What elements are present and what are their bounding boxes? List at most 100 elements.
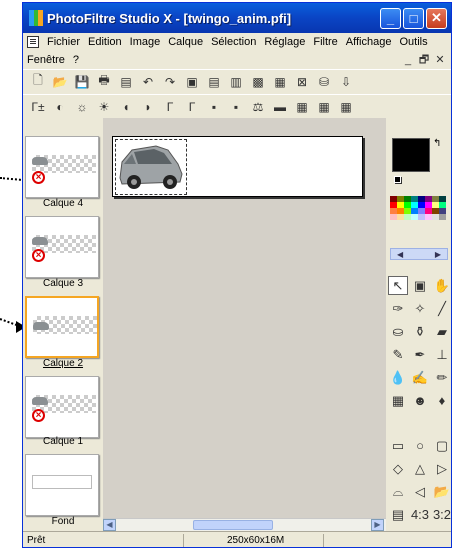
menu-affichage[interactable]: Affichage <box>342 36 396 48</box>
blur-icon[interactable]: 💧 <box>388 368 408 387</box>
layer-selection-marquee[interactable] <box>115 139 187 195</box>
ellipse-icon[interactable]: ○ <box>410 436 430 455</box>
print-icon[interactable]: 🖶 <box>95 73 113 91</box>
layer-thumb-calque-1[interactable]: × <box>25 376 99 438</box>
minimize-button[interactable]: _ <box>380 7 401 29</box>
color-grid-icon[interactable]: ▦ <box>271 73 289 91</box>
diamond-icon[interactable]: ◇ <box>388 459 408 478</box>
layer-thumb-fond[interactable] <box>25 454 99 516</box>
stamp-tool-icon[interactable]: ⊥ <box>432 345 451 364</box>
layer-thumb-calque-3[interactable]: × <box>25 216 99 278</box>
menu-outils[interactable]: Outils <box>395 36 431 48</box>
mdi-minimize-button[interactable]: _ <box>401 51 415 69</box>
filter-b-icon[interactable]: ▦ <box>315 98 333 116</box>
rectangle-icon[interactable]: ▭ <box>388 436 408 455</box>
mdi-restore-button[interactable]: 🗗 <box>417 51 431 69</box>
smudge-icon[interactable]: ✍ <box>410 368 430 387</box>
filter-a-icon[interactable]: ▦ <box>293 98 311 116</box>
menu-calque[interactable]: Calque <box>164 36 207 48</box>
scroll-left-button[interactable]: ◀ <box>103 519 116 531</box>
layer-paste-icon[interactable]: ▤ <box>205 73 223 91</box>
close-button[interactable]: ✕ <box>426 7 447 29</box>
menu-selection[interactable]: Sélection <box>207 36 260 48</box>
spray-icon[interactable]: ⚱ <box>410 322 430 341</box>
gamma-plus-icon[interactable]: Γ <box>183 98 201 116</box>
strawberry-icon[interactable]: ♦ <box>432 391 451 410</box>
palette-swatch[interactable] <box>404 214 411 220</box>
hidden-layer-icon[interactable]: × <box>32 249 45 262</box>
polygon-icon[interactable]: ◁ <box>410 482 430 501</box>
palette-swatch[interactable] <box>397 214 404 220</box>
scan-icon[interactable]: ▤ <box>117 73 135 91</box>
menu-fichier[interactable]: Fichier <box>43 36 84 48</box>
portrait-icon[interactable]: ☻ <box>410 391 430 410</box>
fill-bucket-icon[interactable]: ⛀ <box>388 322 408 341</box>
pointer-icon[interactable]: ↖ <box>388 276 408 295</box>
hand-icon[interactable]: ✋ <box>432 276 451 295</box>
palette-swatch[interactable] <box>432 214 439 220</box>
layout-c-icon[interactable]: 3:2 <box>432 505 451 524</box>
menu-image[interactable]: Image <box>126 36 165 48</box>
clone-icon[interactable]: ✏ <box>432 368 451 387</box>
line-icon[interactable]: ╱ <box>432 299 451 318</box>
layout-b-icon[interactable]: 4:3 <box>410 505 430 524</box>
new-file-icon[interactable]: 🗋 <box>29 73 47 91</box>
stamp-icon[interactable]: ⛁ <box>315 73 333 91</box>
scroll-thumb[interactable] <box>193 520 273 530</box>
open-shape-icon[interactable]: 📂 <box>432 482 451 501</box>
layer-merge-icon[interactable]: ▥ <box>227 73 245 91</box>
menu-edition[interactable]: Edition <box>84 36 126 48</box>
layout-a-icon[interactable]: ▤ <box>388 505 408 524</box>
save-icon[interactable]: 💾 <box>73 73 91 91</box>
menu-filtre[interactable]: Filtre <box>309 36 341 48</box>
pattern-icon[interactable]: ▦ <box>388 391 408 410</box>
palette-swatch[interactable] <box>425 214 432 220</box>
palette-swatch[interactable] <box>390 214 397 220</box>
triangle-up-icon[interactable]: △ <box>410 459 430 478</box>
palette-next-icon[interactable]: ▶ <box>435 250 441 259</box>
menu-fenetre[interactable]: Fenêtre <box>23 54 69 66</box>
mdi-close-button[interactable]: ✕ <box>433 51 447 69</box>
auto-contrast-icon[interactable]: ◐ <box>51 98 69 116</box>
scroll-right-button[interactable]: ▶ <box>371 519 384 531</box>
palette-swatch[interactable] <box>411 214 418 220</box>
image-document[interactable] <box>112 136 363 197</box>
lasso-icon[interactable]: ⌓ <box>388 482 408 501</box>
horizontal-scrollbar[interactable]: ◀ ▶ <box>103 518 386 531</box>
export-icon[interactable]: ⇩ <box>337 73 355 91</box>
triangle-right-icon[interactable]: ▷ <box>432 459 451 478</box>
saturation-minus-icon[interactable]: ▪ <box>205 98 223 116</box>
saturation-plus-icon[interactable]: ▪ <box>227 98 245 116</box>
filter-c-icon[interactable]: ▦ <box>337 98 355 116</box>
rounded-rect-icon[interactable]: ▢ <box>432 436 451 455</box>
document-menu-icon[interactable] <box>27 36 39 48</box>
eyedropper-icon[interactable]: ✑ <box>388 299 408 318</box>
menu-reglage[interactable]: Réglage <box>260 36 309 48</box>
open-folder-icon[interactable]: 📂 <box>51 73 69 91</box>
contrast-plus-icon[interactable]: ◗ <box>139 98 157 116</box>
frame-icon[interactable]: ⊠ <box>293 73 311 91</box>
advanced-brush-icon[interactable]: ✒ <box>410 345 430 364</box>
redo-icon[interactable]: ↷ <box>161 73 179 91</box>
layer-copy-icon[interactable]: ▣ <box>183 73 201 91</box>
menu-help[interactable]: ? <box>69 54 83 66</box>
brightness-minus-icon[interactable]: ☼ <box>73 98 91 116</box>
palette-prev-icon[interactable]: ◀ <box>397 250 403 259</box>
brightness-plus-icon[interactable]: ☀ <box>95 98 113 116</box>
title-bar[interactable]: PhotoFiltre Studio X - [twingo_anim.pfi]… <box>23 3 451 33</box>
selection-icon[interactable]: ▣ <box>410 276 430 295</box>
auto-levels-icon[interactable]: Γ± <box>29 98 47 116</box>
color-balance-icon[interactable]: ⚖ <box>249 98 267 116</box>
default-colors-icon[interactable] <box>394 176 401 183</box>
hue-icon[interactable]: ▬ <box>271 98 289 116</box>
layer-thumb-calque-4[interactable]: × <box>25 136 99 198</box>
layer-thumb-calque-2[interactable] <box>25 296 99 358</box>
palette-swatch[interactable] <box>439 214 446 220</box>
magic-wand-icon[interactable]: ✧ <box>410 299 430 318</box>
contrast-minus-icon[interactable]: ◖ <box>117 98 135 116</box>
maximize-button[interactable]: □ <box>403 7 424 29</box>
brush-icon[interactable]: ✎ <box>388 345 408 364</box>
palette-swatch[interactable] <box>418 214 425 220</box>
eraser-icon[interactable]: ▰ <box>432 322 451 341</box>
foreground-color-swatch[interactable] <box>392 138 430 172</box>
